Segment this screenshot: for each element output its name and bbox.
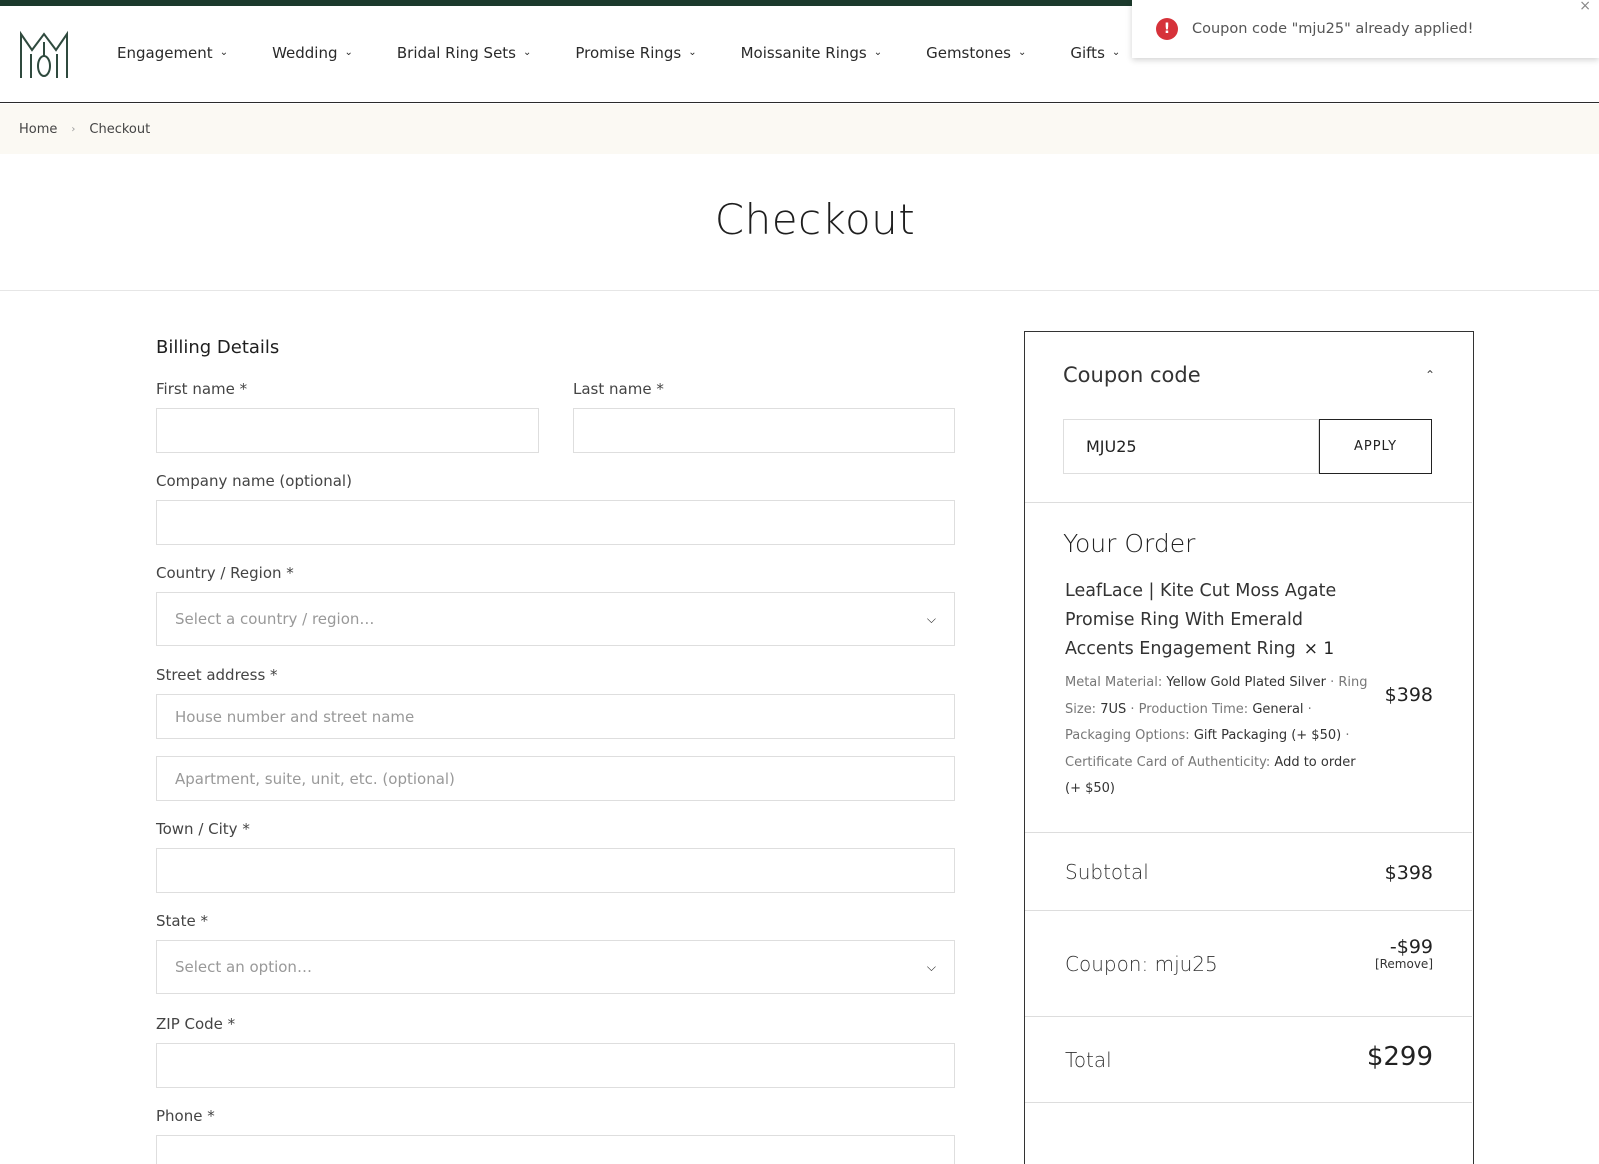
- close-icon[interactable]: ×: [1579, 0, 1591, 14]
- chevron-down-icon: ⌵: [926, 611, 936, 626]
- city-field[interactable]: [156, 848, 955, 893]
- chevron-down-icon: ⌄: [688, 46, 697, 58]
- chevron-down-icon: ⌄: [1017, 46, 1027, 58]
- company-label: Company name (optional): [156, 472, 352, 490]
- city-label: Town / City *: [156, 820, 250, 838]
- street-label: Street address *: [156, 666, 278, 684]
- apartment-placeholder: Apartment, suite, unit, etc. (optional): [175, 769, 455, 788]
- nav-label: Promise Rings: [575, 44, 682, 62]
- nav-wedding[interactable]: Wedding ⌄: [272, 44, 353, 62]
- coupon-label: Coupon: mju25: [1065, 952, 1218, 976]
- subtotal-label: Subtotal: [1065, 860, 1149, 884]
- nav-label: Bridal Ring Sets: [396, 44, 516, 62]
- chevron-down-icon: ⌵: [926, 959, 936, 974]
- your-order-heading: Your Order: [1063, 529, 1196, 558]
- last-name-field[interactable]: [573, 408, 955, 453]
- nav-moissanite-rings[interactable]: Moissanite Rings ⌄: [741, 44, 882, 62]
- divider: [1025, 1016, 1472, 1017]
- zip-field[interactable]: [156, 1043, 955, 1088]
- chevron-down-icon: ⌄: [1111, 46, 1121, 58]
- section-divider: [0, 290, 1599, 291]
- packaging-value: Gift Packaging (+ $50): [1193, 728, 1342, 743]
- size-value: 7US: [1100, 701, 1127, 717]
- phone-field[interactable]: [156, 1135, 955, 1164]
- brand-logo[interactable]: [18, 28, 70, 82]
- nav-bridal-ring-sets[interactable]: Bridal Ring Sets ⌄: [397, 44, 532, 62]
- nav-label: Engagement: [117, 44, 213, 62]
- nav-gifts[interactable]: Gifts ⌄: [1070, 44, 1120, 62]
- nav-label: Gemstones: [926, 44, 1011, 62]
- metal-label: Metal Material:: [1065, 675, 1163, 690]
- packaging-label: Packaging Options:: [1065, 728, 1190, 743]
- certificate-label: Certificate Card of Authenticity:: [1065, 754, 1271, 770]
- product-quantity: × 1: [1303, 639, 1335, 659]
- coupon-discount: -$99: [1389, 936, 1433, 958]
- apply-coupon-button[interactable]: APPLY: [1319, 419, 1432, 474]
- production-value: General: [1252, 701, 1304, 717]
- chevron-down-icon: ⌄: [219, 46, 229, 58]
- country-select[interactable]: Select a country / region… ⌵: [156, 592, 955, 646]
- breadcrumb-current: Checkout: [89, 122, 151, 137]
- product-price: $398: [1384, 684, 1433, 706]
- coupon-notice-toast: ! Coupon code "mju25" already applied! ×: [1132, 0, 1599, 58]
- country-label: Country / Region *: [156, 564, 294, 582]
- remove-coupon-link[interactable]: [Remove]: [1375, 957, 1433, 971]
- toast-message: Coupon code "mju25" already applied!: [1192, 21, 1474, 37]
- divider: [1025, 1102, 1472, 1103]
- last-name-label: Last name *: [573, 380, 664, 398]
- divider: [1025, 502, 1472, 503]
- state-label: State *: [156, 912, 208, 930]
- chevron-down-icon: ⌄: [873, 46, 883, 58]
- error-icon: !: [1156, 18, 1178, 40]
- coupon-heading[interactable]: Coupon code: [1063, 363, 1201, 387]
- product-name: LeafLace | Kite Cut Moss Agate Promise R…: [1065, 577, 1375, 664]
- product-options: Metal Material: Yellow Gold Plated Silve…: [1065, 675, 1368, 796]
- coupon-input[interactable]: MJU25: [1063, 419, 1319, 474]
- phone-label: Phone *: [156, 1107, 215, 1125]
- chevron-up-icon[interactable]: ⌃: [1425, 368, 1435, 382]
- first-name-field[interactable]: [156, 408, 539, 453]
- divider: [1025, 832, 1472, 833]
- product-title: LeafLace | Kite Cut Moss Agate Promise R…: [1065, 581, 1337, 659]
- total-label: Total: [1065, 1048, 1112, 1072]
- nav-label: Wedding: [272, 44, 338, 62]
- production-label: Production Time:: [1138, 701, 1249, 717]
- nav-promise-rings[interactable]: Promise Rings ⌄: [575, 44, 696, 62]
- chevron-right-icon: ›: [71, 124, 76, 135]
- state-placeholder: Select an option…: [175, 958, 312, 976]
- street-placeholder: House number and street name: [175, 707, 415, 726]
- breadcrumb-bar: Home › Checkout: [0, 104, 1599, 154]
- street-address-field[interactable]: House number and street name: [156, 694, 955, 739]
- subtotal-value: $398: [1384, 862, 1433, 884]
- nav-label: Gifts: [1070, 44, 1105, 62]
- apartment-field[interactable]: Apartment, suite, unit, etc. (optional): [156, 756, 955, 801]
- chevron-down-icon: ⌄: [344, 46, 353, 58]
- breadcrumb: Home › Checkout: [19, 122, 150, 137]
- main-nav: Engagement ⌄ Wedding ⌄ Bridal Ring Sets ⌄ P…: [117, 44, 1164, 62]
- billing-details-form: Billing Details: [156, 337, 956, 358]
- country-placeholder: Select a country / region…: [175, 610, 375, 628]
- nav-gemstones[interactable]: Gemstones ⌄: [926, 44, 1026, 62]
- divider: [1025, 910, 1472, 911]
- company-field[interactable]: [156, 500, 955, 545]
- page-title: Checkout: [714, 195, 916, 244]
- total-value: $299: [1366, 1042, 1433, 1072]
- nav-engagement[interactable]: Engagement ⌄: [117, 44, 228, 62]
- metal-value: Yellow Gold Plated Silver: [1166, 675, 1326, 690]
- billing-heading: Billing Details: [156, 337, 280, 358]
- state-select[interactable]: Select an option… ⌵: [156, 940, 955, 994]
- nav-label: Moissanite Rings: [740, 44, 867, 62]
- breadcrumb-home-link[interactable]: Home: [19, 122, 57, 137]
- order-summary-panel: Coupon code ⌃ MJU25 APPLY Your Order Lea…: [1024, 331, 1474, 1164]
- chevron-down-icon: ⌄: [523, 46, 532, 58]
- first-name-label: First name *: [156, 380, 248, 398]
- zip-label: ZIP Code *: [156, 1015, 236, 1033]
